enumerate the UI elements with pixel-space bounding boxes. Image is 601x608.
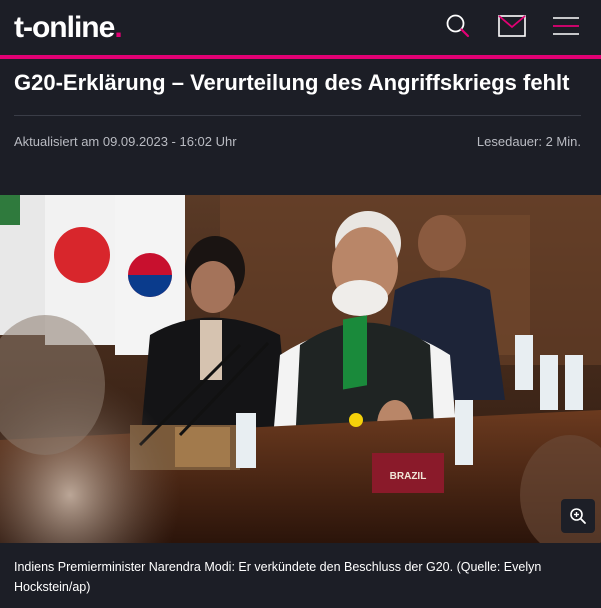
photo-caption: Indiens Premierminister Narendra Modi: E… <box>0 543 601 608</box>
zoom-image-button[interactable] <box>561 499 595 533</box>
photo-illustration: BRAZIL <box>0 195 601 543</box>
placard-text: BRAZIL <box>390 471 427 482</box>
article-title: G20-Erklärung – Verurteilung des Angriff… <box>14 70 570 95</box>
updated-timestamp: Aktualisiert am 09.09.2023 - 16:02 Uhr <box>14 134 237 149</box>
mail-icon[interactable] <box>497 12 527 40</box>
search-icon[interactable] <box>443 12 473 40</box>
site-header: t-online. <box>0 0 601 55</box>
reading-time: Lesedauer: 2 Min. <box>476 134 581 149</box>
site-logo[interactable]: t-online. <box>14 11 123 45</box>
header-actions <box>443 12 581 40</box>
article-meta: Aktualisiert am 09.09.2023 - 16:02 Uhr L… <box>0 116 601 149</box>
article-photo[interactable]: BRAZIL <box>0 195 601 543</box>
zoom-icon <box>570 508 586 524</box>
menu-icon[interactable] <box>551 12 581 40</box>
